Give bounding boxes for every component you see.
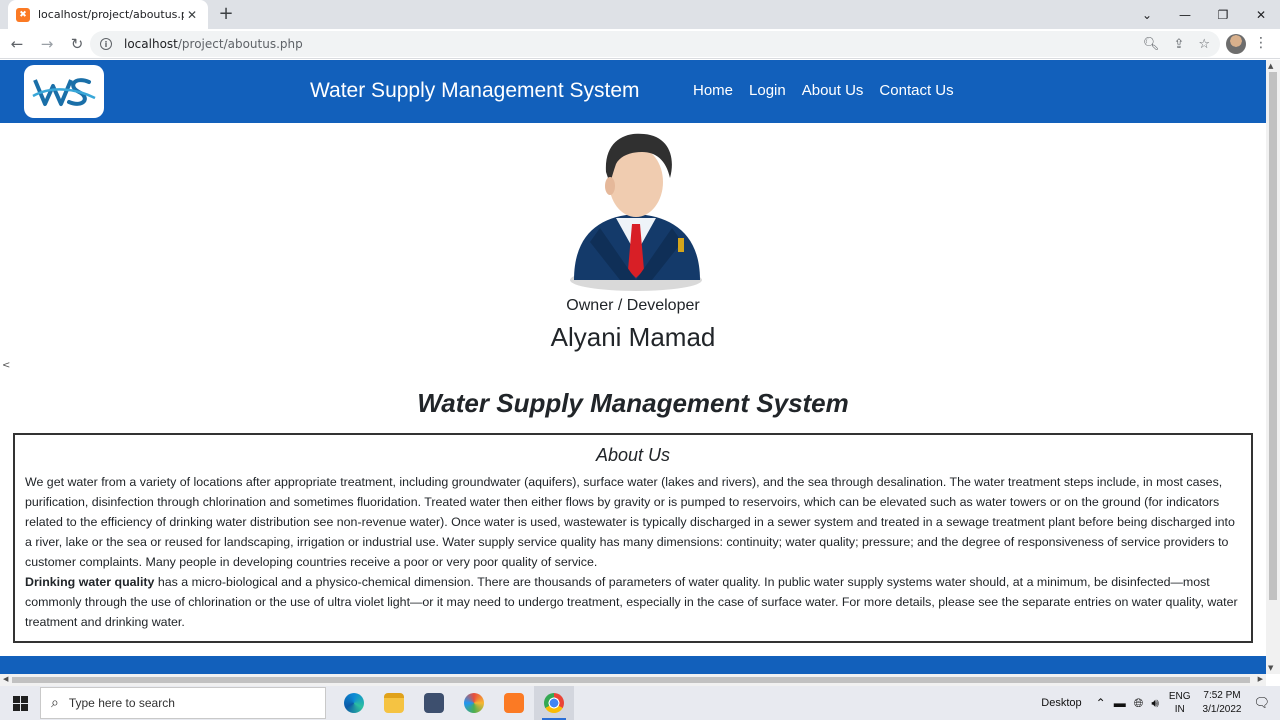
region-code: IN <box>1174 704 1185 715</box>
close-tab-icon[interactable]: ✕ <box>184 8 200 22</box>
profile-avatar[interactable] <box>1226 34 1246 54</box>
reload-icon[interactable]: ↻ <box>64 35 90 53</box>
vertical-scrollbar[interactable]: ▲ ▼ <box>1266 60 1280 674</box>
share-icon[interactable]: ⇪ <box>1173 37 1184 52</box>
site-logo[interactable] <box>24 65 104 118</box>
zoom-icon[interactable]: 🔍︎ <box>1143 37 1160 52</box>
new-tab-icon[interactable]: + <box>216 4 236 24</box>
system-tray: Desktop ⌃ ▬ 🌐︎ 🔊︎ ENG IN 7:52 PM 3/1/202… <box>1041 686 1280 720</box>
profile-name: Alyani Mamad <box>550 322 716 352</box>
network-globe-icon[interactable]: 🌐︎ <box>1134 696 1144 711</box>
browser-toolbar: ← → ↻ i localhost/project/aboutus.php 🔍︎… <box>0 29 1280 59</box>
taskbar-search-box[interactable]: ⌕ Type here to search <box>40 687 326 719</box>
profile-role: Owner / Developer <box>566 297 700 314</box>
ws-logo-icon <box>32 77 96 106</box>
clock-date: 3/1/2022 <box>1202 704 1242 715</box>
about-us-heading: About Us <box>595 445 671 465</box>
minimize-icon[interactable]: — <box>1166 8 1204 22</box>
media-app-icon[interactable] <box>414 686 454 720</box>
url-host: localhost <box>124 37 178 51</box>
nav-about-link[interactable]: About Us <box>802 82 864 99</box>
about-paragraph-1: We get water from a variety of locations… <box>25 475 1235 569</box>
forward-arrow-icon[interactable]: → <box>34 35 60 53</box>
site-nav: Home Login About Us Contact Us <box>693 82 954 99</box>
site-footer <box>0 656 1266 674</box>
url-path: /project/aboutus.php <box>177 37 303 51</box>
notification-center-icon[interactable]: 🗨︎ <box>1253 695 1270 711</box>
windows-logo-icon <box>12 695 28 711</box>
nav-home-link[interactable]: Home <box>693 82 733 99</box>
scroll-left-arrow-icon[interactable]: ◀ <box>3 675 8 683</box>
start-button[interactable] <box>0 686 40 720</box>
browser-menu-icon[interactable]: ⋮ <box>1254 35 1268 51</box>
about-us-body: We get water from a variety of locations… <box>25 472 1241 632</box>
about-us-panel: About Us We get water from a variety of … <box>13 433 1253 643</box>
horizontal-scrollbar[interactable]: ◀ ▶ <box>0 674 1266 686</box>
bookmark-star-icon[interactable]: ☆ <box>1198 37 1210 52</box>
desktop-toolbar-label[interactable]: Desktop <box>1041 697 1081 709</box>
site-navbar: Water Supply Management System Home Logi… <box>0 60 1266 123</box>
about-paragraph-2: has a micro-biological and a physico-che… <box>25 575 1238 629</box>
url-text[interactable]: localhost/project/aboutus.php <box>124 37 1143 51</box>
page-title: Water Supply Management System <box>417 388 849 418</box>
taskbar-clock[interactable]: 7:52 PM 3/1/2022 <box>1203 689 1242 717</box>
address-bar[interactable]: i localhost/project/aboutus.php 🔍︎ ⇪ ☆ <box>90 31 1220 57</box>
xampp-icon[interactable] <box>494 686 534 720</box>
back-arrow-icon[interactable]: ← <box>4 35 30 53</box>
tab-search-chevron-icon[interactable]: ⌄ <box>1128 8 1166 22</box>
page-viewport: Water Supply Management System Home Logi… <box>0 60 1266 674</box>
browser-tab[interactable]: ✖ localhost/project/aboutus.php ✕ <box>8 0 208 29</box>
paint-app-icon[interactable] <box>454 686 494 720</box>
window-controls: ⌄ — ❐ ✕ <box>1128 0 1280 29</box>
close-window-icon[interactable]: ✕ <box>1242 8 1280 22</box>
xampp-favicon-icon: ✖ <box>16 7 30 22</box>
clock-time: 7:52 PM <box>1203 690 1241 701</box>
chrome-icon[interactable] <box>534 686 574 720</box>
browser-tab-strip: ✖ localhost/project/aboutus.php ✕ + ⌄ — … <box>0 0 1280 29</box>
stray-chevron-text: < <box>2 360 11 371</box>
nav-login-link[interactable]: Login <box>749 82 786 99</box>
tab-title: localhost/project/aboutus.php <box>38 8 184 21</box>
battery-icon[interactable]: ▬ <box>1114 696 1126 711</box>
language-code: ENG <box>1168 691 1191 702</box>
scroll-up-arrow-icon[interactable]: ▲ <box>1268 62 1273 70</box>
file-explorer-icon[interactable] <box>374 686 414 720</box>
owner-portrait-image <box>570 133 702 291</box>
scroll-down-arrow-icon[interactable]: ▼ <box>1268 664 1273 672</box>
site-brand-title[interactable]: Water Supply Management System <box>310 79 640 103</box>
show-hidden-icons-chevron-icon[interactable]: ⌃ <box>1096 696 1106 711</box>
windows-taskbar: ⌕ Type here to search Desktop ⌃ ▬ 🌐︎ 🔊︎ … <box>0 686 1280 720</box>
search-icon: ⌕ <box>51 695 59 711</box>
site-info-icon[interactable]: i <box>100 38 112 50</box>
edge-icon[interactable] <box>334 686 374 720</box>
language-indicator[interactable]: ENG IN <box>1169 690 1191 716</box>
volume-icon[interactable]: 🔊︎ <box>1151 696 1159 711</box>
drinking-water-quality-label: Drinking water quality <box>25 575 155 589</box>
nav-contact-link[interactable]: Contact Us <box>879 82 953 99</box>
scroll-right-arrow-icon[interactable]: ▶ <box>1258 675 1263 683</box>
taskbar-search-placeholder: Type here to search <box>68 696 175 710</box>
horizontal-scroll-thumb[interactable] <box>12 677 1250 683</box>
taskbar-pinned-apps <box>334 686 574 720</box>
restore-icon[interactable]: ❐ <box>1204 8 1242 22</box>
vertical-scroll-thumb[interactable] <box>1269 72 1277 600</box>
